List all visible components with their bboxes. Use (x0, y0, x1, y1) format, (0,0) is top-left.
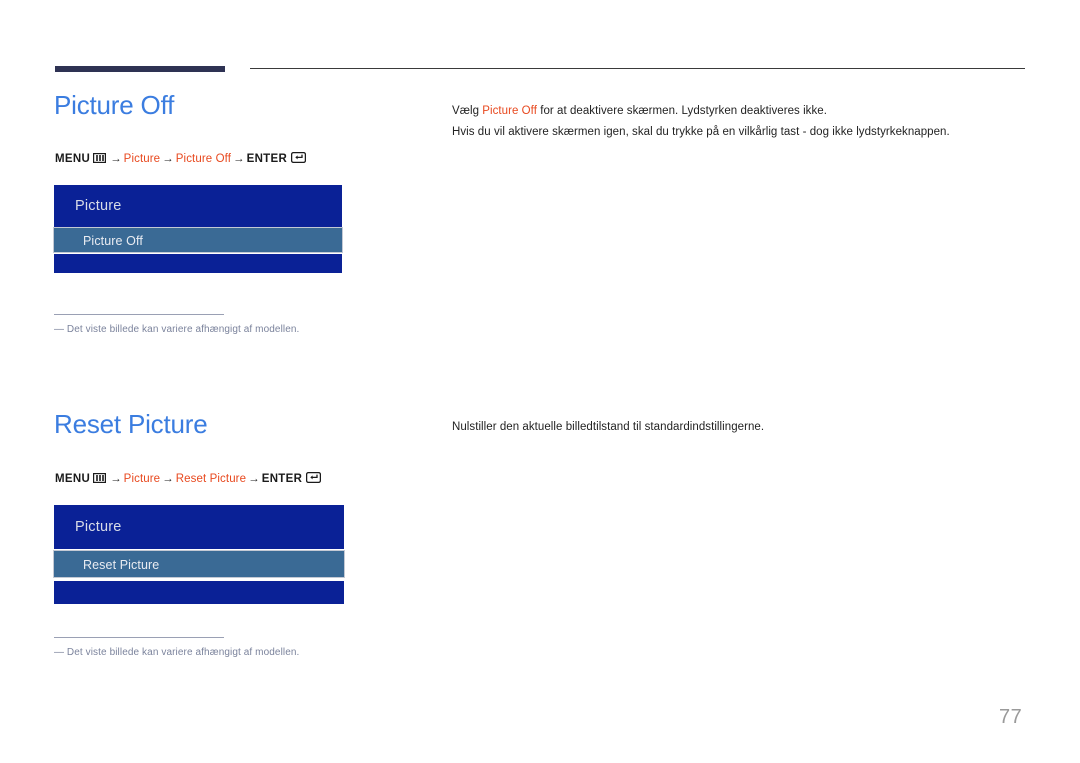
breadcrumb-arrow-6: → (248, 473, 260, 485)
description-accent-picture-off: Picture Off (482, 105, 537, 117)
breadcrumb-step-picture-2: Picture (123, 473, 161, 485)
osd-header-title: Picture (54, 185, 342, 227)
breadcrumb-menu-label-2: MENU (55, 473, 91, 485)
page-number: 77 (999, 706, 1023, 728)
breadcrumb-arrow-4: → (110, 473, 122, 485)
menu-grid-icon (92, 152, 107, 164)
osd-header-title-2: Picture (54, 505, 344, 549)
description-line-1-after: for at deaktivere skærmen. Lydstyrken de… (536, 105, 827, 117)
description-2-line-1: Nulstiller den aktuelle billedtilstand t… (452, 421, 765, 433)
footnote-divider-2 (54, 637, 224, 638)
footnote-2: ― Det viste billede kan variere afhængig… (54, 637, 299, 658)
enter-key-icon-2 (306, 471, 322, 484)
breadcrumb-arrow-5: → (162, 473, 174, 485)
breadcrumb-2: MENU → Picture → Reset Picture → ENTER (55, 471, 322, 485)
breadcrumb: MENU → Picture → Picture Off → ENTER (55, 151, 307, 165)
footnote-text-2: ― Det viste billede kan variere afhængig… (54, 647, 299, 658)
breadcrumb-step-reset-picture: Reset Picture (175, 473, 247, 485)
breadcrumb-menu-label: MENU (55, 153, 91, 165)
breadcrumb-arrow-3: → (233, 153, 245, 165)
manual-page: Picture Off MENU → Picture → Picture Off → ENT… (0, 0, 1080, 763)
breadcrumb-enter-label: ENTER (246, 153, 288, 165)
header-rule (250, 68, 1025, 69)
breadcrumb-enter-label-2: ENTER (261, 473, 303, 485)
footnote-divider (54, 314, 224, 315)
osd-footer-bar-2 (54, 581, 344, 604)
osd-menu-preview-2: Picture Reset Picture (53, 505, 345, 604)
description-line-1-before: Vælg (452, 105, 483, 117)
description-line-1: Vælg Picture Off for at deaktivere skærm… (452, 101, 950, 122)
osd-footer-bar (54, 254, 342, 273)
osd-selected-row[interactable]: Picture Off (53, 227, 343, 253)
breadcrumb-step-picture-off: Picture Off (175, 153, 231, 165)
section-description-2: Nulstiller den aktuelle billedtilstand t… (452, 417, 764, 438)
footnote-dash: ― (54, 324, 64, 335)
footnote-dash-2: ― (54, 647, 64, 658)
osd-selected-row-2[interactable]: Reset Picture (53, 550, 345, 578)
page-title-2: Reset Picture (54, 409, 208, 439)
description-line-2: Hvis du vil aktivere skærmen igen, skal … (452, 126, 950, 138)
breadcrumb-step-picture: Picture (123, 153, 161, 165)
menu-grid-icon-2 (92, 472, 107, 484)
section-description: Vælg Picture Off for at deaktivere skærm… (452, 101, 950, 143)
osd-menu-preview: Picture Picture Off (53, 185, 343, 273)
header-accent-bar (55, 66, 225, 72)
footnote-body: Det viste billede kan variere afhængigt … (66, 324, 300, 335)
breadcrumb-arrow-2: → (162, 153, 174, 165)
footnote: ― Det viste billede kan variere afhængig… (54, 314, 299, 335)
breadcrumb-arrow-1: → (110, 153, 122, 165)
enter-key-icon (291, 151, 307, 164)
footnote-text: ― Det viste billede kan variere afhængig… (54, 324, 299, 335)
footnote-body-2: Det viste billede kan variere afhængigt … (66, 647, 300, 658)
page-title: Picture Off (54, 90, 175, 120)
